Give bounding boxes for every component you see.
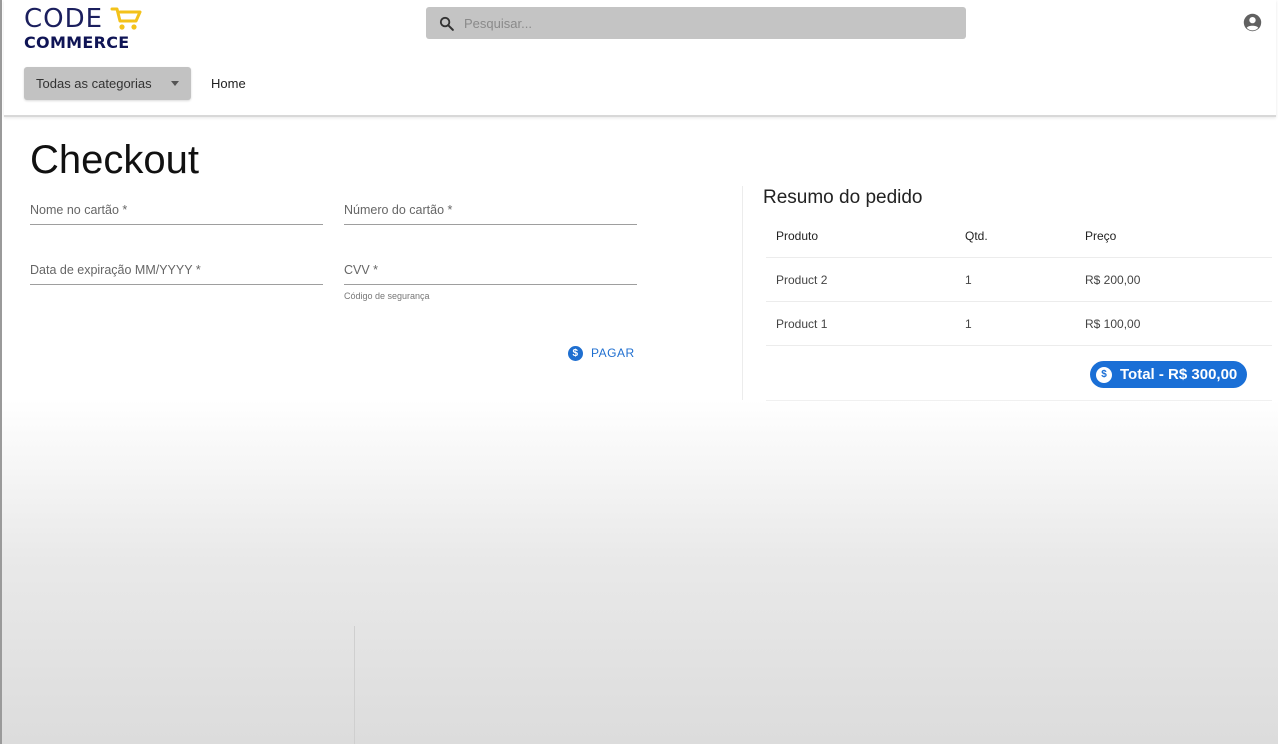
- expiration-date-label: Data de expiração MM/YYYY *: [30, 263, 201, 277]
- search-bar: [426, 7, 966, 39]
- column-header-product: Produto: [776, 229, 819, 243]
- order-summary-table: Produto Qtd. Preço Product 2 1 R$ 200,00…: [766, 214, 1272, 346]
- pay-button[interactable]: $ PAGAR: [568, 342, 635, 364]
- shopping-cart-icon: [110, 7, 142, 30]
- logo-line-2: COMMERCE: [24, 33, 130, 52]
- total-badge: $ Total - R$ 300,00: [1090, 361, 1248, 388]
- caret-down-icon: [171, 81, 179, 86]
- brand-logo[interactable]: CODE COMMERCE: [24, 4, 154, 54]
- quantity-cell: 1: [965, 273, 972, 287]
- section-divider: [742, 186, 743, 400]
- card-name-field[interactable]: Nome no cartão *: [30, 199, 323, 225]
- table-row: Product 2 1 R$ 200,00: [766, 258, 1272, 302]
- search-input[interactable]: [464, 15, 944, 31]
- top-header: CODE COMMERCE Todas as categorias Home: [4, 0, 1276, 117]
- total-label: Total - R$ 300,00: [1120, 366, 1238, 383]
- product-name-cell: Product 2: [776, 273, 828, 287]
- dollar-coin-icon: $: [568, 345, 583, 361]
- table-row: Product 1 1 R$ 100,00: [766, 302, 1272, 346]
- card-number-field[interactable]: Número do cartão *: [344, 199, 637, 225]
- nav-home-link[interactable]: Home: [211, 76, 246, 91]
- cvv-field[interactable]: CVV *: [344, 259, 637, 285]
- summary-bottom-divider: [766, 400, 1272, 401]
- categories-dropdown-button[interactable]: Todas as categorias: [24, 67, 191, 100]
- page-title: Checkout: [30, 138, 199, 182]
- logo-line-1: CODE: [24, 4, 104, 34]
- card-number-label: Número do cartão *: [344, 203, 453, 217]
- account-circle-icon[interactable]: [1243, 13, 1262, 32]
- table-header-row: Produto Qtd. Preço: [766, 214, 1272, 258]
- pay-button-label: PAGAR: [591, 346, 635, 360]
- card-name-label: Nome no cartão *: [30, 203, 128, 217]
- column-header-qty: Qtd.: [965, 229, 988, 243]
- order-summary-title: Resumo do pedido: [763, 187, 923, 208]
- price-cell: R$ 200,00: [1085, 273, 1141, 287]
- window-left-edge: [0, 0, 2, 744]
- search-icon: [439, 16, 454, 31]
- quantity-cell: 1: [965, 317, 972, 331]
- cvv-label: CVV *: [344, 263, 379, 277]
- dollar-coin-icon: $: [1096, 366, 1112, 383]
- categories-button-label: Todas as categorias: [36, 76, 152, 91]
- background-divider: [354, 626, 355, 744]
- product-name-cell: Product 1: [776, 317, 828, 331]
- expiration-date-field[interactable]: Data de expiração MM/YYYY *: [30, 259, 323, 285]
- cvv-helper-text: Código de segurança: [344, 291, 430, 301]
- price-cell: R$ 100,00: [1085, 317, 1141, 331]
- column-header-price: Preço: [1085, 229, 1117, 243]
